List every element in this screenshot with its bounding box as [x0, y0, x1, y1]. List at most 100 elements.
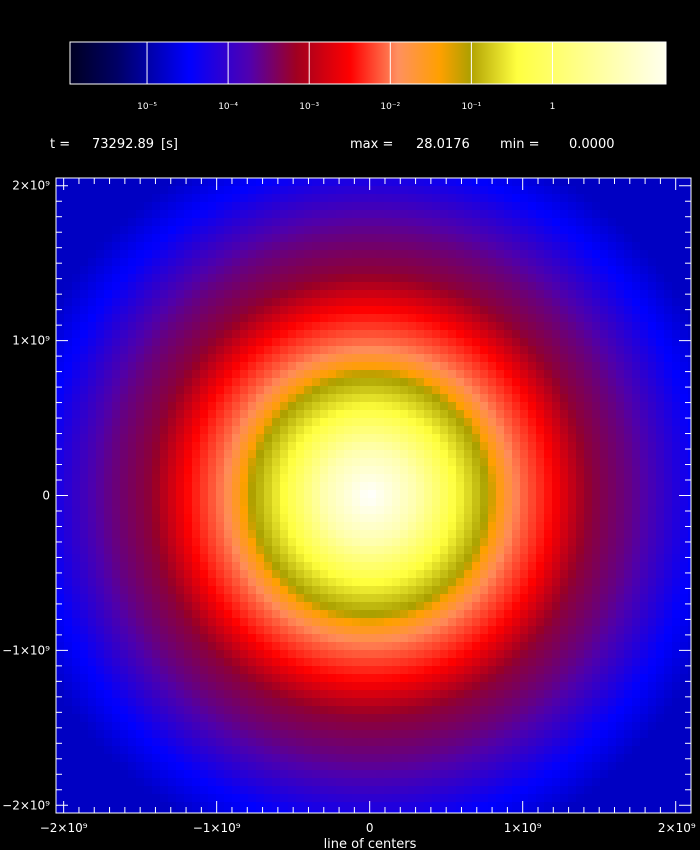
heatmap-cell [88, 458, 96, 466]
heatmap-cell [408, 570, 416, 578]
heatmap-cell [264, 538, 272, 546]
heatmap-cell [616, 274, 624, 282]
heatmap-cell [304, 442, 312, 450]
heatmap-cell [496, 442, 504, 450]
heatmap-cell [112, 586, 120, 594]
heatmap-cell [608, 402, 616, 410]
heatmap-cell [576, 658, 584, 666]
heatmap-cell [616, 434, 624, 442]
heatmap-cell [584, 242, 592, 250]
heatmap-cell [144, 394, 152, 402]
heatmap-cell [560, 250, 568, 258]
heatmap-cell [376, 562, 384, 570]
heatmap-cell [296, 538, 304, 546]
heatmap-cell [168, 266, 176, 274]
heatmap-cell [376, 474, 384, 482]
heatmap-cell [320, 370, 328, 378]
heatmap-cell [552, 210, 560, 218]
heatmap-cell [680, 658, 688, 666]
heatmap-cell [520, 362, 528, 370]
heatmap-cell [152, 474, 160, 482]
heatmap-cell [168, 194, 176, 202]
heatmap-cell [448, 666, 456, 674]
heatmap-cell [344, 234, 352, 242]
heatmap-cell [136, 322, 144, 330]
heatmap-cell [624, 298, 632, 306]
heatmap-cell [656, 274, 664, 282]
heatmap-cell [448, 362, 456, 370]
heatmap-cell [328, 394, 336, 402]
heatmap-cell [208, 210, 216, 218]
heatmap-cell [616, 514, 624, 522]
heatmap-cell [536, 402, 544, 410]
heatmap-cell [536, 394, 544, 402]
heatmap-cell [480, 466, 488, 474]
heatmap-cell [144, 586, 152, 594]
heatmap-cell [232, 554, 240, 562]
heatmap-cell [568, 306, 576, 314]
heatmap-cell [256, 418, 264, 426]
heatmap-cell [208, 218, 216, 226]
heatmap-cell [136, 498, 144, 506]
heatmap-cell [216, 378, 224, 386]
heatmap-cell [328, 626, 336, 634]
heatmap-cell [448, 442, 456, 450]
heatmap-cell [216, 298, 224, 306]
heatmap-cell [192, 610, 200, 618]
heatmap-cell [184, 650, 192, 658]
heatmap-cell [520, 490, 528, 498]
heatmap-cell [160, 466, 168, 474]
heatmap-cell [240, 442, 248, 450]
heatmap-cell [496, 202, 504, 210]
heatmap-cell [376, 362, 384, 370]
heatmap-cell [256, 514, 264, 522]
heatmap-cell [264, 482, 272, 490]
heatmap-cell [584, 658, 592, 666]
heatmap-cell [520, 434, 528, 442]
heatmap-cell [136, 626, 144, 634]
heatmap-cell [320, 466, 328, 474]
heatmap-cell [584, 394, 592, 402]
heatmap-cell [400, 482, 408, 490]
heatmap-cell [432, 666, 440, 674]
heatmap-cell [160, 394, 168, 402]
heatmap-cell [336, 266, 344, 274]
heatmap-cell [568, 402, 576, 410]
heatmap-cell [480, 218, 488, 226]
heatmap-cell [496, 634, 504, 642]
heatmap-cell [232, 322, 240, 330]
heatmap-cell [440, 442, 448, 450]
heatmap-cell [336, 242, 344, 250]
heatmap-cell [592, 466, 600, 474]
heatmap-cell [304, 194, 312, 202]
heatmap-cell [96, 482, 104, 490]
heatmap-cell [544, 538, 552, 546]
heatmap-cell [168, 586, 176, 594]
heatmap-cell [624, 234, 632, 242]
heatmap-cell [96, 466, 104, 474]
heatmap-cell [272, 178, 280, 186]
heatmap-cell [296, 330, 304, 338]
heatmap-cell [80, 570, 88, 578]
heatmap-cell [280, 594, 288, 602]
heatmap-cell [344, 482, 352, 490]
heatmap-cell [192, 506, 200, 514]
heatmap-cell [424, 242, 432, 250]
heatmap-cell [280, 274, 288, 282]
heatmap-cell [224, 386, 232, 394]
heatmap-cell [104, 258, 112, 266]
heatmap-cell [288, 522, 296, 530]
heatmap-cell [648, 282, 656, 290]
heatmap-cell [584, 354, 592, 362]
heatmap-cell [640, 642, 648, 650]
heatmap-cell [448, 186, 456, 194]
heatmap-cell [336, 474, 344, 482]
heatmap-cell [600, 346, 608, 354]
heatmap-cell [176, 530, 184, 538]
heatmap-cell [248, 658, 256, 666]
heatmap-cell [680, 514, 688, 522]
heatmap-cell [304, 330, 312, 338]
heatmap-cell [496, 330, 504, 338]
heatmap-cell [592, 570, 600, 578]
heatmap-cell [296, 314, 304, 322]
